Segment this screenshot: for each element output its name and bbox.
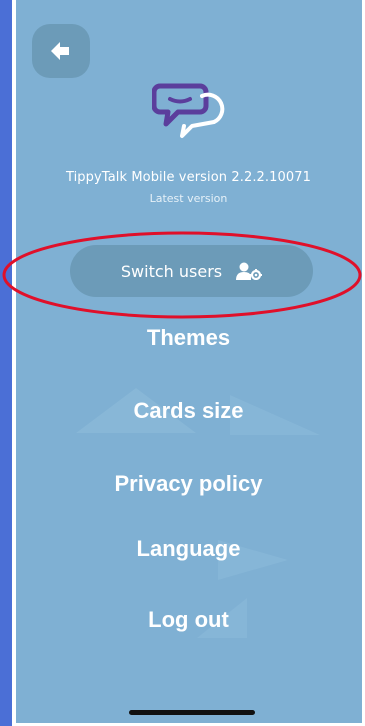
back-button[interactable] — [32, 24, 90, 78]
menu-item-language[interactable]: Language — [12, 536, 365, 562]
version-text: TippyTalk Mobile version 2.2.2.10071 — [65, 170, 312, 185]
home-indicator[interactable] — [129, 710, 255, 715]
menu-item-log-out[interactable]: Log out — [12, 607, 365, 633]
switch-users-label: Switch users — [120, 261, 223, 281]
menu-item-cards-size[interactable]: Cards size — [12, 398, 365, 424]
version-status-text: Latest version — [149, 192, 228, 205]
tippytalk-logo-icon — [152, 83, 225, 138]
back-arrow-icon — [51, 42, 69, 60]
user-gear-icon — [236, 262, 263, 280]
switch-users-button[interactable]: Switch users — [70, 245, 313, 297]
menu-item-themes[interactable]: Themes — [12, 325, 365, 351]
menu-item-privacy-policy[interactable]: Privacy policy — [12, 471, 365, 497]
settings-screen: TippyTalk Mobile version 2.2.2.10071 Lat… — [12, 0, 365, 726]
